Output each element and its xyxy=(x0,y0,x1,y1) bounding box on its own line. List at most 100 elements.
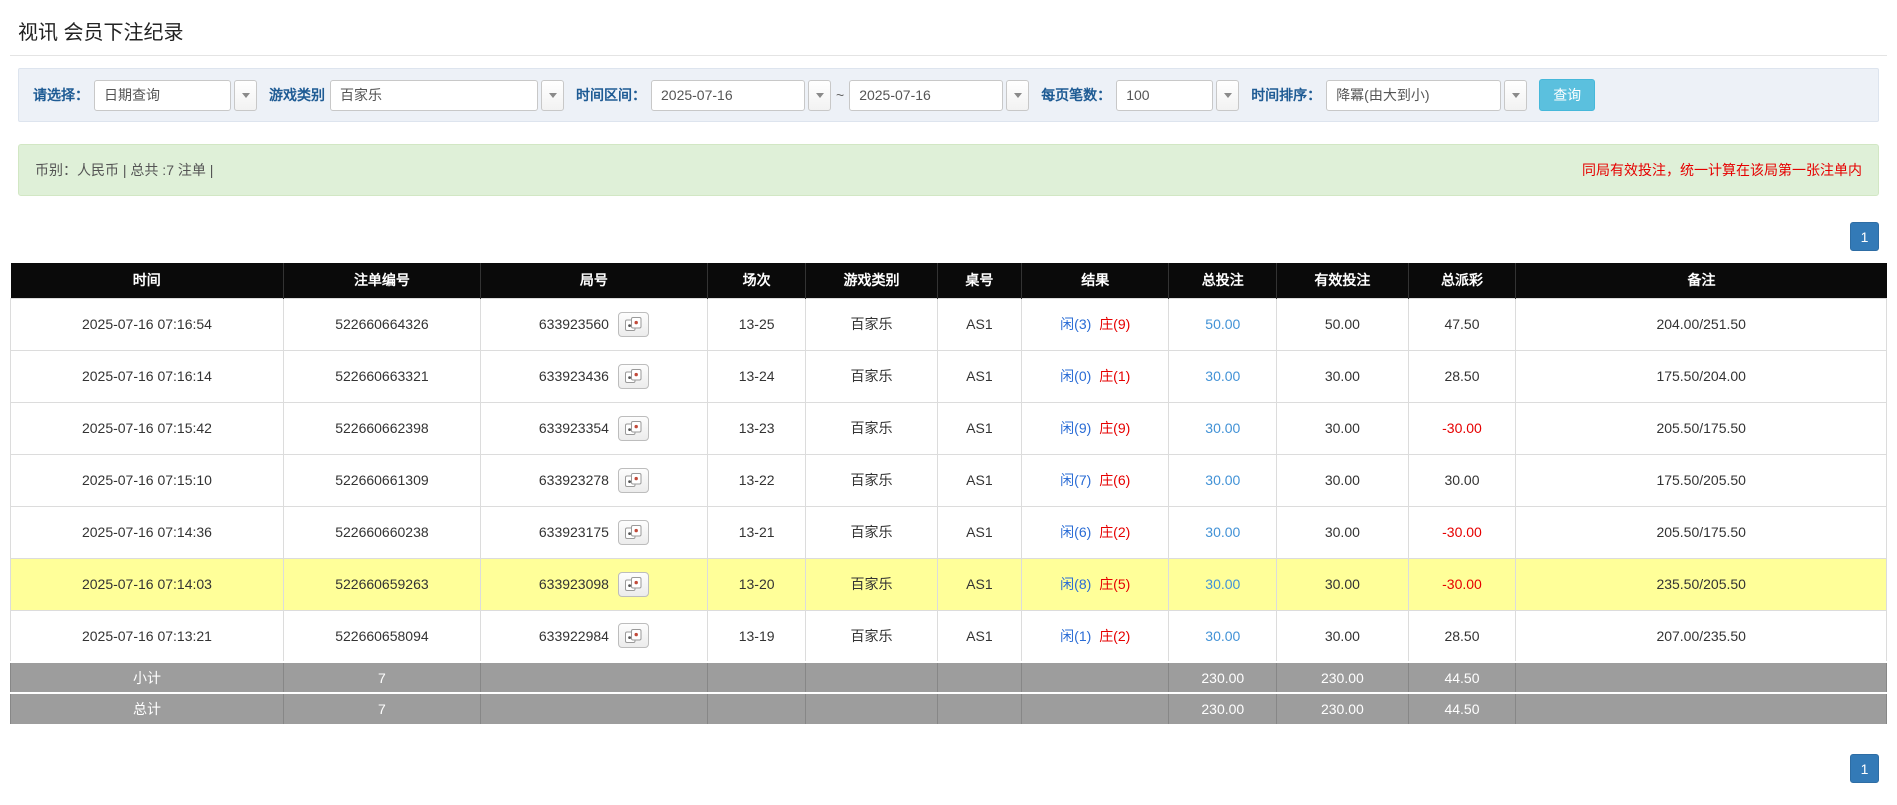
game-type-select[interactable]: 百家乐 xyxy=(330,80,538,111)
round-number: 633923098 xyxy=(539,576,609,592)
cell-bet-id: 522660659263 xyxy=(283,558,480,610)
result-cards-icon-button[interactable] xyxy=(618,572,649,597)
page-size-input[interactable] xyxy=(1116,80,1213,111)
cards-icon xyxy=(625,629,642,643)
total-bet-link[interactable]: 30.00 xyxy=(1205,420,1240,436)
cell-session: 13-21 xyxy=(707,506,805,558)
chevron-down-icon xyxy=(1512,93,1520,98)
select-label: 请选择： xyxy=(33,85,89,105)
result-cards-icon-button[interactable] xyxy=(618,312,649,337)
page-1-button[interactable]: 1 xyxy=(1850,754,1879,783)
cell-table-no: AS1 xyxy=(937,506,1021,558)
sort-select[interactable]: 降冪(由大到小) xyxy=(1326,80,1501,111)
col-header-time: 时间 xyxy=(11,263,284,298)
cell-bet-id: 522660661309 xyxy=(283,454,480,506)
table-row[interactable]: 2025-07-16 07:15:10 522660661309 6339232… xyxy=(11,454,1887,506)
date-query-select[interactable]: 日期查询 xyxy=(94,80,231,111)
game-type-dropdown-button[interactable] xyxy=(541,80,564,111)
banker-result: 庄(2) xyxy=(1099,628,1130,644)
table-row[interactable]: 2025-07-16 07:14:36 522660660238 6339231… xyxy=(11,506,1887,558)
date-from-input[interactable] xyxy=(651,80,805,111)
table-row[interactable]: 2025-07-16 07:14:03 522660659263 6339230… xyxy=(11,558,1887,610)
cell-result: 闲(9) 庄(9) xyxy=(1022,402,1169,454)
result-cards-icon-button[interactable] xyxy=(618,520,649,545)
date-to-input[interactable] xyxy=(849,80,1003,111)
cell-remark: 204.00/251.50 xyxy=(1516,298,1887,350)
total-bet-link[interactable]: 30.00 xyxy=(1205,524,1240,540)
cell-payout: 28.50 xyxy=(1408,350,1516,402)
sort-dropdown-button[interactable] xyxy=(1504,80,1527,111)
player-result: 闲(3) xyxy=(1060,316,1091,332)
banker-result: 庄(5) xyxy=(1099,576,1130,592)
game-type-combobox: 百家乐 xyxy=(330,80,564,111)
banker-result: 庄(1) xyxy=(1099,368,1130,384)
cell-valid-bet: 30.00 xyxy=(1277,610,1408,662)
result-cards-icon-button[interactable] xyxy=(618,623,649,648)
cards-icon xyxy=(625,317,642,331)
total-row: 总计 7 230.00 230.00 44.50 xyxy=(11,693,1887,724)
cell-time: 2025-07-16 07:15:10 xyxy=(11,454,284,506)
bet-records-table: 时间 注单编号 局号 场次 游戏类别 桌号 结果 总投注 有效投注 总派彩 备注… xyxy=(10,263,1887,724)
cell-bet-id: 522660658094 xyxy=(283,610,480,662)
round-number: 633922984 xyxy=(539,628,609,644)
date-to-dropdown-button[interactable] xyxy=(1006,80,1029,111)
subtotal-label: 小计 xyxy=(11,662,284,693)
cell-table-no: AS1 xyxy=(937,402,1021,454)
search-button[interactable]: 查询 xyxy=(1539,79,1595,111)
table-row[interactable]: 2025-07-16 07:16:14 522660663321 6339234… xyxy=(11,350,1887,402)
total-label: 总计 xyxy=(11,693,284,724)
col-header-round: 局号 xyxy=(480,263,707,298)
cell-remark: 205.50/175.50 xyxy=(1516,402,1887,454)
cell-table-no: AS1 xyxy=(937,558,1021,610)
total-count: 7 xyxy=(283,693,480,724)
cards-icon xyxy=(625,577,642,591)
cell-total-bet: 30.00 xyxy=(1169,558,1277,610)
cell-payout: -30.00 xyxy=(1408,402,1516,454)
table-row[interactable]: 2025-07-16 07:13:21 522660658094 6339229… xyxy=(11,610,1887,662)
cell-result: 闲(6) 庄(2) xyxy=(1022,506,1169,558)
cell-result: 闲(0) 庄(1) xyxy=(1022,350,1169,402)
cell-valid-bet: 30.00 xyxy=(1277,558,1408,610)
table-row[interactable]: 2025-07-16 07:15:42 522660662398 6339233… xyxy=(11,402,1887,454)
cell-game-type: 百家乐 xyxy=(806,454,937,506)
total-bet-link[interactable]: 50.00 xyxy=(1205,316,1240,332)
game-type-label: 游戏类别 xyxy=(269,85,325,105)
cell-game-type: 百家乐 xyxy=(806,558,937,610)
round-number: 633923354 xyxy=(539,420,609,436)
total-bet-link[interactable]: 30.00 xyxy=(1205,472,1240,488)
col-header-game-type: 游戏类别 xyxy=(806,263,937,298)
cell-time: 2025-07-16 07:14:36 xyxy=(11,506,284,558)
subtotal-row: 小计 7 230.00 230.00 44.50 xyxy=(11,662,1887,693)
cell-total-bet: 30.00 xyxy=(1169,506,1277,558)
player-result: 闲(9) xyxy=(1060,420,1091,436)
cell-round: 633923278 xyxy=(480,454,707,506)
cards-icon xyxy=(625,421,642,435)
result-cards-icon-button[interactable] xyxy=(618,416,649,441)
cell-bet-id: 522660663321 xyxy=(283,350,480,402)
cell-time: 2025-07-16 07:15:42 xyxy=(11,402,284,454)
cell-result: 闲(8) 庄(5) xyxy=(1022,558,1169,610)
col-header-table-no: 桌号 xyxy=(937,263,1021,298)
page-size-label: 每页笔数： xyxy=(1041,85,1111,105)
table-row[interactable]: 2025-07-16 07:16:54 522660664326 6339235… xyxy=(11,298,1887,350)
cell-round: 633923436 xyxy=(480,350,707,402)
cell-total-bet: 30.00 xyxy=(1169,610,1277,662)
total-bet-link[interactable]: 30.00 xyxy=(1205,368,1240,384)
col-header-session: 场次 xyxy=(707,263,805,298)
banker-result: 庄(2) xyxy=(1099,524,1130,540)
cell-result: 闲(3) 庄(9) xyxy=(1022,298,1169,350)
total-bet-link[interactable]: 30.00 xyxy=(1205,628,1240,644)
total-bet-link[interactable]: 30.00 xyxy=(1205,576,1240,592)
date-from-dropdown-button[interactable] xyxy=(808,80,831,111)
cell-payout: -30.00 xyxy=(1408,506,1516,558)
page-size-dropdown-button[interactable] xyxy=(1216,80,1239,111)
date-query-dropdown-button[interactable] xyxy=(234,80,257,111)
date-range-separator: ~ xyxy=(836,87,844,103)
cell-valid-bet: 30.00 xyxy=(1277,402,1408,454)
cell-table-no: AS1 xyxy=(937,454,1021,506)
sort-combobox: 降冪(由大到小) xyxy=(1326,80,1527,111)
result-cards-icon-button[interactable] xyxy=(618,468,649,493)
date-to-combobox xyxy=(849,80,1029,111)
result-cards-icon-button[interactable] xyxy=(618,364,649,389)
page-1-button[interactable]: 1 xyxy=(1850,222,1879,251)
